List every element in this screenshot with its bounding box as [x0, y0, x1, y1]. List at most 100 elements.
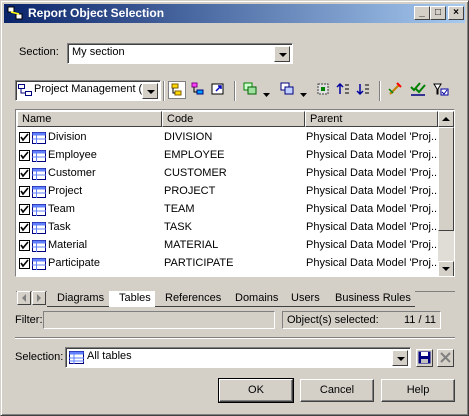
check-all-icon[interactable]: [409, 81, 427, 99]
table-icon: [32, 258, 46, 270]
move-up-icon[interactable]: [335, 81, 353, 99]
find-icon[interactable]: [315, 81, 333, 99]
external-icon[interactable]: [210, 81, 228, 99]
row-checkbox[interactable]: [19, 222, 30, 233]
row-checkbox[interactable]: [19, 168, 30, 179]
table-icon: [32, 186, 46, 198]
close-icon: ×: [453, 7, 459, 18]
scroll-down-button[interactable]: [438, 261, 454, 276]
chevron-right-icon: [37, 294, 41, 302]
table-row[interactable]: Employee EMPLOYEE Physical Data Model 'Pro…: [17, 147, 437, 165]
tab-scroll-left-button[interactable]: [17, 291, 31, 305]
table-row[interactable]: Project PROJECT Physical Data Model 'Proj.…: [17, 183, 437, 201]
chevron-down-icon[interactable]: [263, 88, 270, 100]
model-selector[interactable]: Project Management (PD: [15, 80, 161, 101]
object-table[interactable]: Name Code Parent Division DIVISION Physica…: [15, 109, 455, 277]
tab-references[interactable]: References: [155, 291, 225, 307]
table-row[interactable]: Division DIVISION Physical Data Model 'Pro…: [17, 129, 437, 147]
row-code: PROJECT: [164, 185, 216, 197]
table-icon: [32, 132, 46, 144]
row-parent: Physical Data Model 'Proj...: [306, 257, 437, 269]
row-checkbox[interactable]: [19, 240, 30, 251]
table-icon: [32, 222, 46, 234]
chevron-up-icon: [442, 117, 450, 121]
tab-label: Domains: [235, 292, 279, 304]
window-title: Report Object Selection: [28, 6, 165, 20]
shortcut-icon[interactable]: [279, 81, 297, 99]
tab-label: Users: [291, 292, 320, 304]
selection-combo[interactable]: All tables: [65, 347, 411, 368]
ok-button[interactable]: OK: [218, 378, 294, 403]
table-row[interactable]: Material MATERIAL Physical Data Model 'Pro…: [17, 237, 437, 255]
title-bar[interactable]: Report Object Selection _ □ ×: [4, 4, 465, 23]
save-selection-button[interactable]: [416, 349, 433, 367]
chevron-down-icon[interactable]: [392, 350, 408, 366]
table-icon: [32, 240, 46, 252]
row-code: PARTICIPATE: [164, 257, 234, 269]
row-name: Participate: [48, 257, 100, 269]
row-parent: Physical Data Model 'Proj...: [306, 167, 437, 179]
row-checkbox[interactable]: [19, 150, 30, 161]
table-row[interactable]: Team TEAM Physical Data Model 'Proj...: [17, 201, 437, 219]
section-combo[interactable]: My section: [67, 43, 293, 64]
app-icon: [7, 6, 23, 21]
table-icon: [69, 351, 84, 367]
scroll-thumb[interactable]: [438, 127, 454, 231]
tab-business-rules[interactable]: Business Rules: [325, 291, 415, 307]
row-name: Material: [48, 239, 88, 251]
maximize-icon: □: [434, 7, 442, 18]
chevron-down-icon[interactable]: [300, 88, 307, 100]
floppy-disk-icon: [418, 351, 431, 364]
maximize-button[interactable]: □: [430, 6, 446, 20]
row-checkbox[interactable]: [19, 204, 30, 215]
help-button[interactable]: Help: [381, 379, 455, 402]
filter-field: [43, 311, 275, 329]
vertical-scrollbar[interactable]: [438, 111, 454, 276]
selection-value: All tables: [87, 350, 132, 362]
divider: [15, 337, 455, 339]
column-header-parent[interactable]: Parent: [305, 111, 438, 127]
chevron-down-icon[interactable]: [274, 46, 290, 62]
toolbar-separator: [234, 81, 236, 101]
row-name: Project: [48, 185, 83, 197]
close-button[interactable]: ×: [448, 6, 464, 20]
row-checkbox[interactable]: [19, 132, 30, 143]
chevron-down-icon: [442, 267, 450, 271]
minimize-button[interactable]: _: [414, 6, 430, 20]
row-parent: Physical Data Model 'Proj...: [306, 185, 437, 197]
scroll-up-button[interactable]: [438, 111, 454, 127]
tab-diagrams[interactable]: Diagrams: [47, 291, 109, 307]
filter-icon[interactable]: [387, 81, 405, 99]
tab-scroll-right-button[interactable]: [32, 291, 46, 305]
row-name: Customer: [48, 167, 96, 179]
cancel-button[interactable]: Cancel: [300, 379, 374, 402]
chevron-left-icon: [22, 294, 26, 302]
column-header-name[interactable]: Name: [17, 111, 162, 127]
tab-tables[interactable]: Tables: [109, 291, 155, 307]
row-name: Division: [48, 131, 87, 143]
move-down-icon[interactable]: [355, 81, 373, 99]
delete-selection-button[interactable]: [437, 349, 454, 367]
column-header-code[interactable]: Code: [162, 111, 305, 127]
table-row[interactable]: Customer CUSTOMER Physical Data Model 'Pro…: [17, 165, 437, 183]
row-checkbox[interactable]: [19, 186, 30, 197]
row-code: TASK: [164, 221, 192, 233]
tab-domains[interactable]: Domains: [225, 291, 281, 307]
table-row[interactable]: Participate PARTICIPATE Physical Data Mode…: [17, 255, 437, 273]
row-code: MATERIAL: [164, 239, 219, 251]
include-icon[interactable]: [242, 81, 260, 99]
selection-label: Selection:: [15, 351, 64, 363]
close-icon: [440, 352, 451, 363]
select-tree-icon[interactable]: [190, 81, 208, 99]
tab-users[interactable]: Users: [281, 291, 325, 307]
selected-count-label: Object(s) selected:: [287, 314, 379, 326]
row-checkbox[interactable]: [19, 258, 30, 269]
table-icon: [32, 168, 46, 180]
model-tree-icon[interactable]: [168, 81, 186, 99]
uncheck-all-icon[interactable]: [432, 81, 450, 99]
table-icon: [32, 150, 46, 162]
chevron-down-icon[interactable]: [142, 83, 158, 99]
table-row[interactable]: Task TASK Physical Data Model 'Proj...: [17, 219, 437, 237]
row-parent: Physical Data Model 'Proj...: [306, 221, 437, 233]
toolbar-separator: [163, 81, 165, 101]
